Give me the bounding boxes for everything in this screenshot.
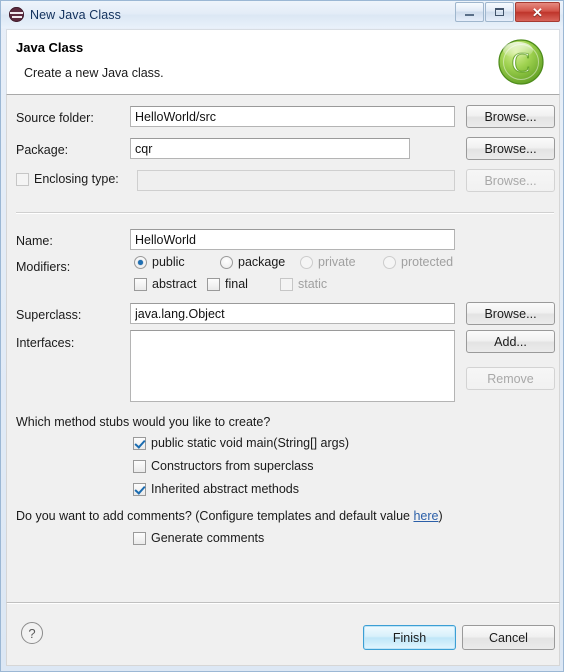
stub-check-inherited[interactable]: Inherited abstract methods — [133, 482, 299, 496]
radio-package-label: package — [238, 255, 286, 269]
modifiers-row: Modifiers: — [16, 258, 70, 276]
package-label: Package: — [16, 143, 69, 157]
checkbox-inherited-box — [133, 482, 146, 496]
superclass-label: Superclass: — [16, 308, 82, 322]
radio-private-label: private — [318, 255, 356, 269]
checkbox-constructors-box — [133, 459, 146, 473]
package-row: Package: — [16, 141, 68, 159]
stub-check-main[interactable]: public static void main(String[] args) — [133, 436, 349, 450]
source-folder-label: Source folder: — [16, 111, 94, 125]
finish-button[interactable]: Finish — [363, 625, 456, 650]
method-stubs-question: Which method stubs would you like to cre… — [16, 413, 270, 431]
generate-comments-check[interactable]: Generate comments — [133, 531, 264, 545]
modifier-radio-public[interactable]: public — [134, 255, 220, 269]
new-java-class-dialog: New Java Class ✕ Java Class Create a new… — [0, 0, 564, 672]
configure-templates-link[interactable]: here — [413, 509, 438, 523]
window-title: New Java Class — [30, 7, 122, 22]
radio-private-indicator — [300, 255, 313, 269]
enclosing-type-checkbox-box — [16, 172, 29, 186]
package-input[interactable] — [130, 138, 410, 159]
banner-subtitle: Create a new Java class. — [24, 66, 164, 80]
dialog-body: Source folder: Browse... Package: Browse… — [6, 95, 560, 602]
modifier-check-abstract[interactable]: abstract — [134, 277, 207, 291]
enclosing-type-checkbox[interactable]: Enclosing type: — [16, 172, 119, 186]
enclosing-type-label: Enclosing type: — [34, 172, 119, 186]
interfaces-row: Interfaces: — [16, 334, 74, 352]
interfaces-remove-button: Remove — [466, 367, 555, 390]
checkbox-static-box — [280, 277, 293, 291]
method-stubs-question-text: Which method stubs would you like to cre… — [16, 415, 271, 429]
modifier-check-static: static — [280, 277, 327, 291]
eclipse-icon — [9, 7, 24, 22]
cancel-button[interactable]: Cancel — [462, 625, 555, 650]
wizard-banner: Java Class Create a new Java class. C — [6, 29, 560, 95]
comments-question-suffix: ) — [438, 509, 443, 523]
checkbox-abstract-box — [134, 277, 147, 291]
comments-question: Do you want to add comments? (Configure … — [16, 507, 443, 525]
checkbox-final-box — [207, 277, 220, 291]
checkbox-generate-comments-label: Generate comments — [151, 531, 265, 545]
dialog-footer: ? Finish Cancel — [6, 602, 560, 666]
minimize-button[interactable] — [455, 2, 484, 22]
interfaces-label: Interfaces: — [16, 336, 75, 350]
superclass-browse-button[interactable]: Browse... — [466, 302, 555, 325]
modifiers-label: Modifiers: — [16, 260, 71, 274]
radio-protected-label: protected — [401, 255, 454, 269]
title-bar: New Java Class ✕ — [1, 1, 563, 28]
interfaces-list[interactable] — [130, 330, 455, 402]
source-folder-row: Source folder: — [16, 109, 94, 127]
checkbox-abstract-label: abstract — [152, 277, 197, 291]
name-row: Name: — [16, 232, 53, 250]
banner-title: Java Class — [16, 40, 84, 55]
modifiers-radio-group: public package private protected — [134, 255, 453, 269]
source-folder-browse-button[interactable]: Browse... — [466, 105, 555, 128]
source-folder-input[interactable] — [130, 106, 455, 127]
enclosing-type-row: Enclosing type: — [16, 172, 119, 191]
checkbox-main-label: public static void main(String[] args) — [151, 436, 349, 450]
window-controls: ✕ — [454, 2, 560, 22]
modifier-radio-protected: protected — [383, 255, 453, 269]
checkbox-inherited-label: Inherited abstract methods — [151, 482, 299, 496]
radio-package-indicator — [220, 255, 233, 269]
enclosing-type-input[interactable] — [137, 170, 455, 191]
checkbox-static-label: static — [298, 277, 328, 291]
enclosing-type-browse-button: Browse... — [466, 169, 555, 192]
comments-question-prefix: Do you want to add comments? (Configure … — [16, 509, 414, 523]
help-icon[interactable]: ? — [21, 622, 43, 644]
checkbox-constructors-label: Constructors from superclass — [151, 459, 314, 473]
restore-button[interactable] — [485, 2, 514, 22]
name-label: Name: — [16, 234, 53, 248]
superclass-row: Superclass: — [16, 306, 81, 324]
restore-icon — [495, 8, 504, 16]
close-icon: ✕ — [532, 4, 543, 20]
package-browse-button[interactable]: Browse... — [466, 137, 555, 160]
checkbox-final-label: final — [225, 277, 248, 291]
close-button[interactable]: ✕ — [515, 2, 560, 22]
interfaces-add-button[interactable]: Add... — [466, 330, 555, 353]
radio-public-indicator — [134, 255, 147, 269]
java-class-wizard-icon: C — [498, 39, 544, 85]
radio-protected-indicator — [383, 255, 396, 269]
modifier-radio-private: private — [300, 255, 383, 269]
modifier-check-final[interactable]: final — [207, 277, 280, 291]
modifier-radio-package[interactable]: package — [220, 255, 300, 269]
radio-public-label: public — [152, 255, 185, 269]
name-input[interactable] — [130, 229, 455, 250]
checkbox-generate-comments-box — [133, 531, 146, 545]
superclass-input[interactable] — [130, 303, 455, 324]
stub-check-constructors[interactable]: Constructors from superclass — [133, 459, 314, 473]
modifiers-check-group: abstract final static — [134, 277, 327, 291]
checkbox-main-box — [133, 436, 146, 450]
section-divider-1 — [16, 212, 554, 214]
